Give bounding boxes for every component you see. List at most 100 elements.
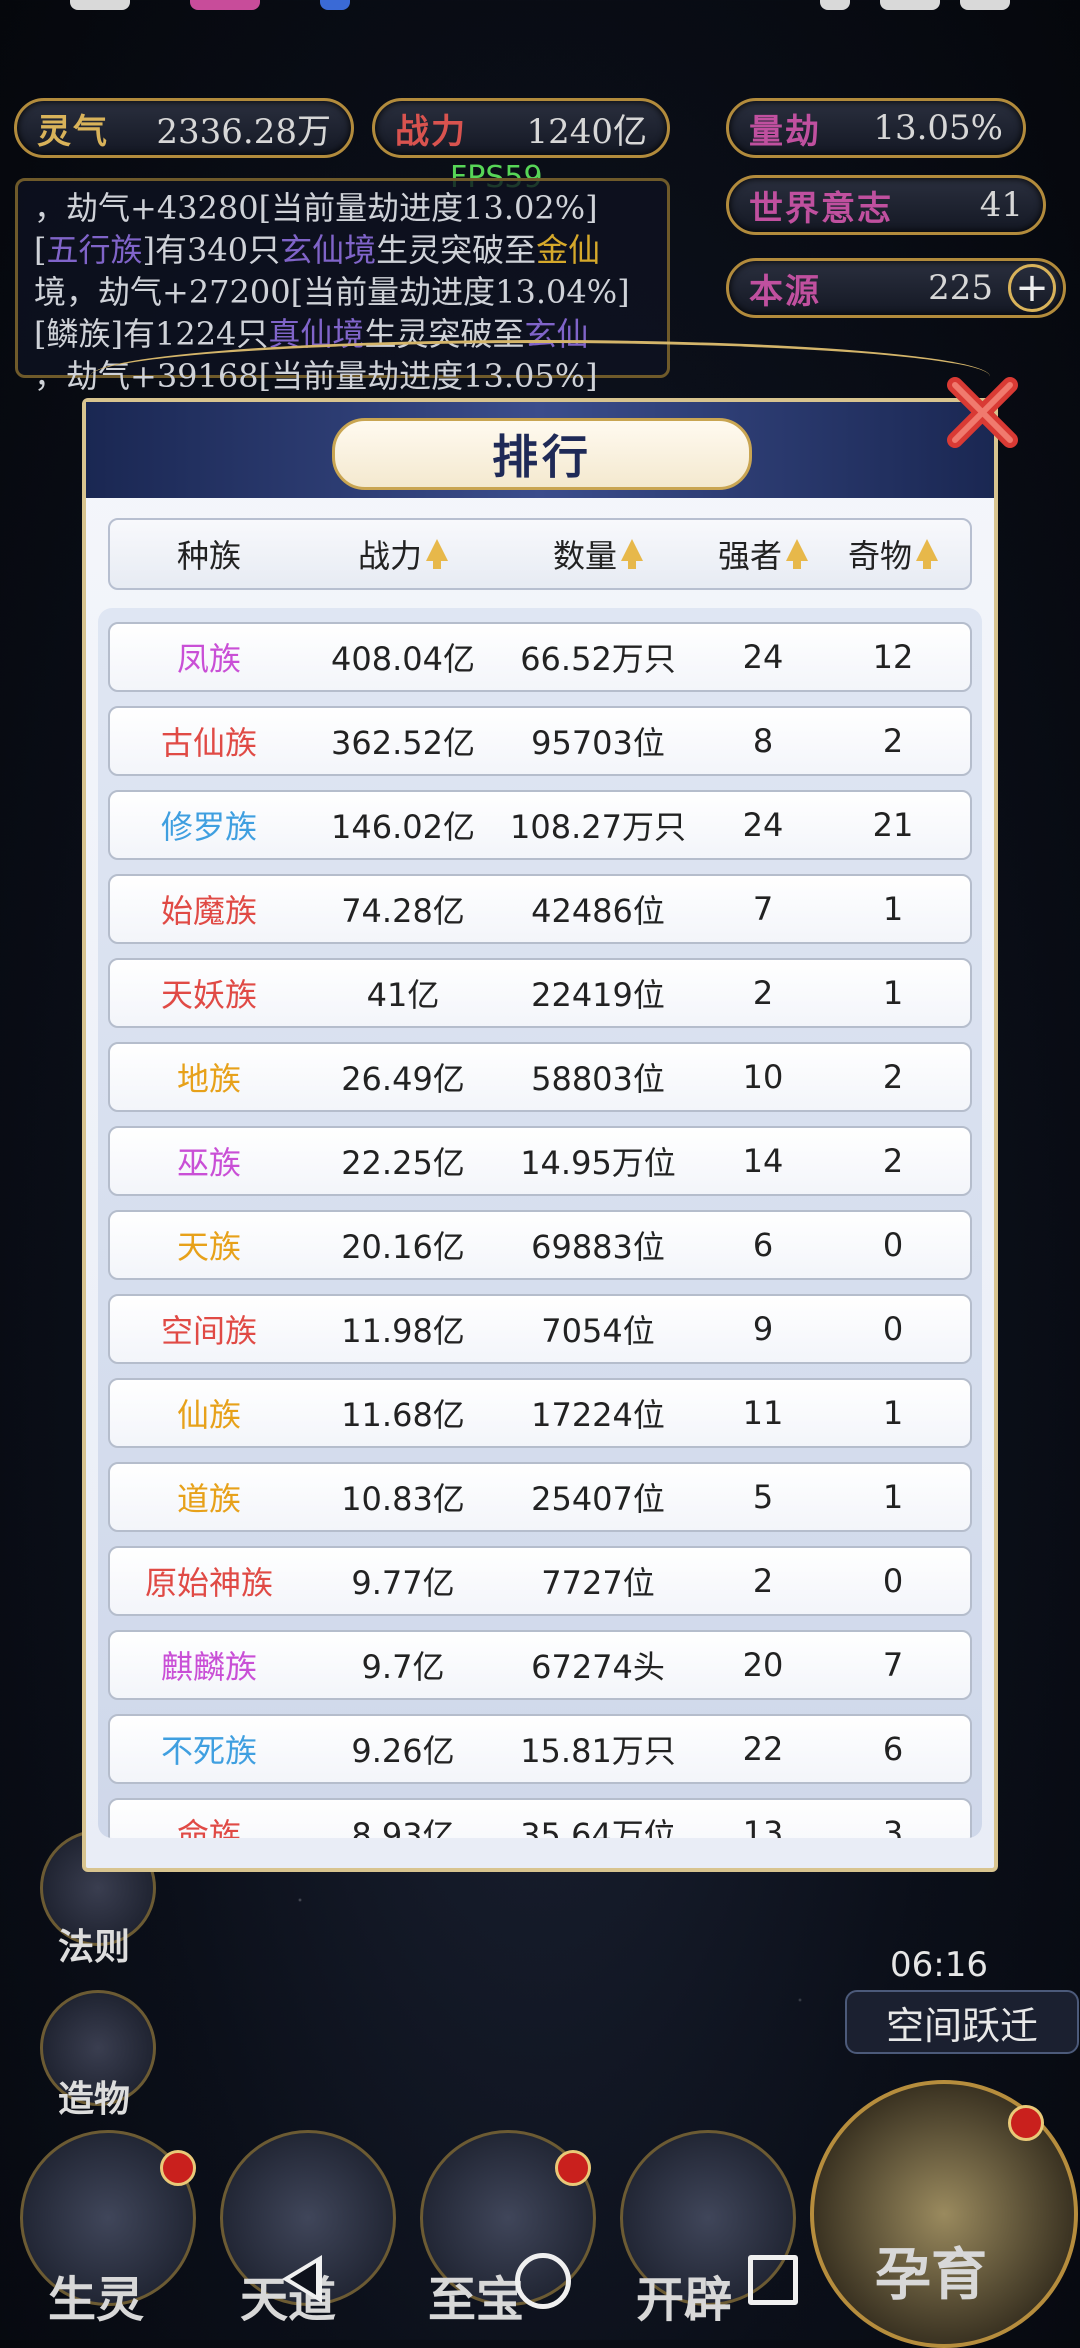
power-cell: 41亿 (366, 976, 440, 1014)
count-cell: 14.95万位 (520, 1144, 676, 1182)
recent-apps-icon[interactable] (748, 2255, 798, 2305)
count-cell: 25407位 (531, 1480, 665, 1518)
race-name-cell: 命族 (176, 1816, 241, 1838)
close-icon[interactable] (935, 365, 1030, 460)
sort-power-button[interactable]: 战力 (308, 520, 498, 588)
race-name-cell: 不死族 (160, 1732, 257, 1770)
header-items-label: 奇物 (847, 537, 912, 575)
log-realm: 玄仙境 (280, 231, 377, 269)
strong-cell: 9 (752, 1310, 774, 1348)
sort-strong-button[interactable]: 强者 (698, 520, 828, 588)
sort-items-button[interactable]: 奇物 (828, 520, 958, 588)
race-name-cell: 道族 (176, 1480, 241, 1518)
items-cell: 2 (882, 1142, 904, 1180)
race-name-cell: 凤族 (176, 640, 241, 678)
race-name-cell: 麒麟族 (160, 1648, 257, 1686)
power-cell: 11.68亿 (341, 1396, 465, 1434)
race-name-cell: 原始神族 (144, 1564, 273, 1602)
origin-label: 本源 (749, 271, 821, 312)
table-row[interactable]: 仙族 11.68亿 17224位 11 1 (108, 1378, 972, 1448)
table-row[interactable]: 天族 20.16亿 69883位 6 0 (108, 1210, 972, 1280)
status-icon (190, 0, 260, 10)
sort-arrow-icon (426, 539, 448, 569)
table-row[interactable]: 天妖族 41亿 22419位 2 1 (108, 958, 972, 1028)
table-row[interactable]: 巫族 22.25亿 14.95万位 14 2 (108, 1126, 972, 1196)
strong-cell: 11 (742, 1394, 784, 1432)
table-row[interactable]: 空间族 11.98亿 7054位 9 0 (108, 1294, 972, 1364)
log-text: ]有340只 (142, 231, 281, 269)
table-row[interactable]: 道族 10.83亿 25407位 5 1 (108, 1462, 972, 1532)
count-cell: 7054位 (541, 1312, 655, 1350)
strong-cell: 14 (742, 1142, 784, 1180)
table-row[interactable]: 凤族 408.04亿 66.52万只 24 12 (108, 622, 972, 692)
table-row[interactable]: 命族 8.93亿 35.64万位 13 3 (108, 1798, 972, 1838)
strong-cell: 10 (742, 1058, 784, 1096)
world-will-value: 41 (979, 185, 1023, 225)
ranking-header: 种族 战力 数量 强者 奇物 (108, 518, 972, 590)
table-row[interactable]: 不死族 9.26亿 15.81万只 22 6 (108, 1714, 972, 1784)
items-cell: 0 (882, 1310, 904, 1348)
table-row[interactable]: 修罗族 146.02亿 108.27万只 24 21 (108, 790, 972, 860)
sort-arrow-icon (786, 539, 808, 569)
items-cell: 6 (882, 1730, 904, 1768)
table-row[interactable]: 古仙族 362.52亿 95703位 8 2 (108, 706, 972, 776)
table-row[interactable]: 麒麟族 9.7亿 67274头 20 7 (108, 1630, 972, 1700)
strong-cell: 20 (742, 1646, 784, 1684)
header-strong-label: 强者 (717, 537, 782, 575)
count-cell: 58803位 (531, 1060, 665, 1098)
count-cell: 67274头 (531, 1648, 665, 1686)
back-icon[interactable] (282, 2255, 322, 2303)
power-cell: 22.25亿 (341, 1144, 465, 1182)
liangjie-label: 量劫 (749, 111, 821, 152)
items-cell: 1 (882, 974, 904, 1012)
zhanli-value: 1240亿 (526, 111, 647, 152)
strong-cell: 5 (752, 1478, 774, 1516)
header-count-label: 数量 (552, 537, 617, 575)
wifi-icon (880, 0, 940, 10)
race-name-cell: 天妖族 (160, 976, 257, 1014)
battery-icon (960, 0, 1010, 10)
notification-dot (160, 2150, 196, 2186)
count-cell: 66.52万只 (520, 640, 676, 678)
header-race-label: 种族 (176, 537, 241, 575)
table-row[interactable]: 原始神族 9.77亿 7727位 2 0 (108, 1546, 972, 1616)
liangjie-value: 13.05% (873, 108, 1003, 148)
strong-cell: 7 (752, 890, 774, 928)
signal-icon (820, 0, 850, 10)
log-line: 境，劫气+27200[当前量劫进度13.04%] (34, 273, 630, 311)
space-jump-button[interactable]: 空间跃迁 (845, 1990, 1079, 2054)
home-icon[interactable] (515, 2253, 571, 2309)
items-cell: 0 (882, 1562, 904, 1600)
power-cell: 408.04亿 (331, 640, 475, 678)
world-will-stat[interactable]: 世界意志 41 (726, 175, 1046, 235)
log-race: 五行族 (46, 231, 143, 269)
log-line: [五行族]有340只玄仙境生灵突破至金仙 (34, 229, 651, 271)
count-cell: 69883位 (531, 1228, 665, 1266)
notification-dot (1008, 2105, 1044, 2141)
power-cell: 9.26亿 (351, 1732, 455, 1770)
table-row[interactable]: 地族 26.49亿 58803位 10 2 (108, 1042, 972, 1112)
liangjie-stat[interactable]: 量劫 13.05% (726, 98, 1026, 158)
count-cell: 108.27万只 (510, 808, 686, 846)
law-label: 法则 (58, 1926, 131, 1968)
status-bar (0, 0, 1080, 40)
items-cell: 21 (872, 806, 914, 844)
items-cell: 1 (882, 890, 904, 928)
zhanli-stat[interactable]: 战力 1240亿 (372, 98, 670, 158)
strong-cell: 6 (752, 1226, 774, 1264)
add-origin-icon[interactable]: + (1008, 264, 1056, 312)
count-cell: 35.64万位 (520, 1816, 676, 1838)
power-cell: 362.52亿 (331, 724, 475, 762)
table-row[interactable]: 始魔族 74.28亿 42486位 7 1 (108, 874, 972, 944)
ranking-list[interactable]: 凤族 408.04亿 66.52万只 24 1 2 古仙族 362.52亿 95703位 8 2 修罗… (98, 608, 982, 1838)
sort-count-button[interactable]: 数量 (498, 520, 698, 588)
sort-arrow-icon (621, 539, 643, 569)
power-cell: 20.16亿 (341, 1228, 465, 1266)
power-cell: 8.93亿 (351, 1816, 455, 1838)
strong-cell: 2 (752, 974, 774, 1012)
strong-cell: 24 (742, 638, 784, 676)
create-label: 造物 (58, 2078, 131, 2120)
race-name-cell: 空间族 (160, 1312, 257, 1350)
lingqi-stat[interactable]: 灵气 2336.28万 (14, 98, 354, 158)
race-name-cell: 修罗族 (160, 808, 257, 846)
